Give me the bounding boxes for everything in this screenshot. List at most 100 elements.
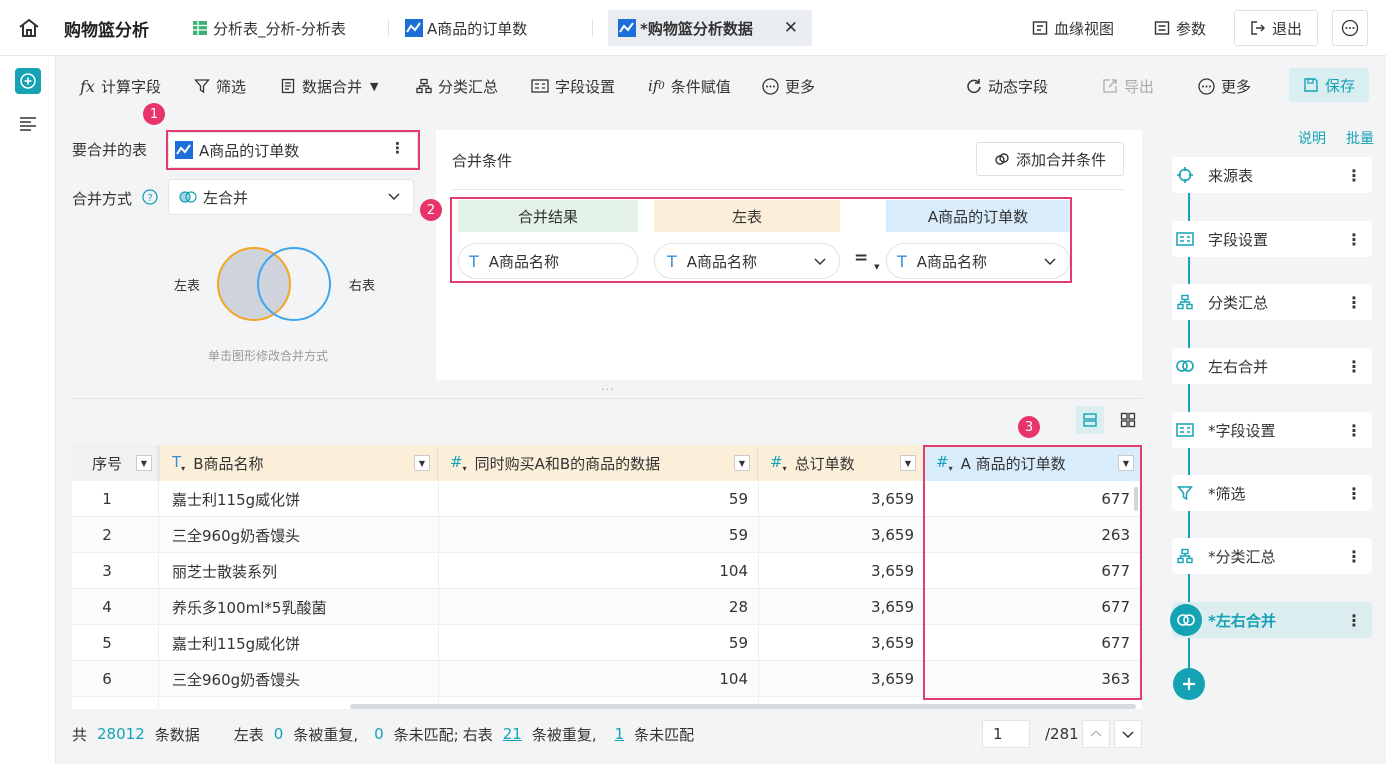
- home-icon[interactable]: [18, 18, 40, 38]
- save-icon: [1303, 77, 1319, 93]
- badge-1: 1: [143, 103, 165, 125]
- col-header-label: 同时购买A和B的商品的数据: [474, 454, 661, 473]
- conditions-title: 合并条件: [452, 152, 513, 170]
- split-handle[interactable]: ...: [601, 380, 615, 393]
- tab-analysis-table[interactable]: 分析表_分析-分析表: [192, 10, 346, 46]
- step-group-summary-2[interactable]: *分类汇总 ⋮: [1172, 538, 1372, 574]
- lineage-view-button[interactable]: 血缘视图: [1032, 10, 1114, 46]
- kebab-icon[interactable]: ⋮: [1346, 230, 1362, 249]
- grid-view-toggle[interactable]: [1114, 406, 1142, 434]
- cell-both: 28: [728, 598, 748, 616]
- cond-assign-button[interactable]: if 0 条件赋值: [648, 74, 731, 98]
- col-header-b-name[interactable]: T▾ B商品名称 ▼: [160, 445, 438, 481]
- calc-field-button[interactable]: fx 计算字段: [80, 74, 161, 98]
- outline-list-icon[interactable]: [19, 116, 37, 136]
- help-link[interactable]: 说明: [1298, 128, 1326, 148]
- kebab-icon[interactable]: ⋮: [1346, 357, 1362, 376]
- export-button[interactable]: 导出: [1102, 74, 1154, 98]
- data-merge-button[interactable]: 数据合并 ▼: [280, 74, 378, 98]
- cell-both: 59: [728, 490, 748, 508]
- col-header-both[interactable]: #▾ 同时购买A和B的商品的数据 ▼: [438, 445, 758, 481]
- add-step-button[interactable]: [1173, 668, 1205, 700]
- divider: [452, 189, 1124, 190]
- step-field-settings[interactable]: 字段设置 ⋮: [1172, 221, 1372, 257]
- top-bar: 购物篮分析 分析表_分析-分析表 A商品的订单数 *购物篮分析数据 ✕ 血缘视图…: [0, 0, 1386, 56]
- highlight-box-2: [450, 197, 1072, 283]
- step-group-summary[interactable]: 分类汇总 ⋮: [1172, 284, 1372, 320]
- cell-index: 6: [102, 670, 112, 688]
- col-header-index[interactable]: 序号 ▼: [72, 445, 158, 481]
- tab-a-orders[interactable]: A商品的订单数: [405, 10, 527, 46]
- right-dup-link[interactable]: 21: [503, 725, 522, 743]
- merge-method-select[interactable]: 左合并: [168, 179, 414, 215]
- cell-index: 3: [102, 562, 112, 580]
- params-button[interactable]: 参数: [1154, 10, 1206, 46]
- tab-basket-data[interactable]: *购物篮分析数据 ✕: [608, 10, 812, 46]
- caret-down-icon[interactable]: ▼: [734, 455, 750, 471]
- cell-index: 2: [102, 526, 112, 544]
- export-icon: [1102, 78, 1118, 94]
- group-summary-label: 分类汇总: [438, 77, 499, 96]
- page-down-button[interactable]: [1114, 720, 1142, 748]
- kebab-icon[interactable]: ⋮: [1346, 484, 1362, 503]
- kebab-icon[interactable]: ⋮: [1346, 421, 1362, 440]
- svg-text:?: ?: [147, 193, 152, 204]
- step-source-table[interactable]: 来源表 ⋮: [1172, 157, 1372, 193]
- batch-link[interactable]: 批量: [1346, 128, 1374, 148]
- number-type-icon: #▾: [450, 453, 467, 473]
- page-up-button[interactable]: [1082, 720, 1110, 748]
- cell-total: 3,659: [871, 526, 914, 544]
- close-icon[interactable]: ✕: [784, 18, 798, 38]
- calc-field-label: 计算字段: [100, 77, 161, 96]
- kebab-icon[interactable]: ⋮: [1346, 166, 1362, 185]
- step-lr-merge-active[interactable]: *左右合并 ⋮: [1170, 602, 1372, 638]
- step-panel: 说明 批量 来源表 ⋮ 字段设置 ⋮ 分类汇总 ⋮ 左右合并 ⋮ *字段设置 ⋮: [1158, 116, 1386, 764]
- caret-down-icon[interactable]: ▼: [900, 455, 916, 471]
- chart-icon: [618, 19, 636, 37]
- col-header-total[interactable]: #▾ 总订单数 ▼: [758, 445, 924, 481]
- save-button[interactable]: 保存: [1289, 68, 1369, 102]
- add-condition-button[interactable]: 添加合并条件: [976, 142, 1124, 176]
- right-unmatched-link[interactable]: 1: [615, 725, 625, 743]
- step-field-settings-2[interactable]: *字段设置 ⋮: [1172, 412, 1372, 448]
- merge-type-icon: [1174, 355, 1196, 377]
- field-settings-icon: [1174, 228, 1196, 250]
- step-filter[interactable]: *筛选 ⋮: [1172, 475, 1372, 511]
- params-icon: [1154, 20, 1170, 36]
- cell-total: 3,659: [871, 634, 914, 652]
- more-menu-button[interactable]: [1332, 10, 1368, 46]
- filter-icon: [1174, 482, 1196, 504]
- venn-diagram[interactable]: [216, 244, 336, 328]
- field-settings-button[interactable]: 字段设置: [531, 74, 615, 98]
- field-settings-icon: [1174, 419, 1196, 441]
- filter-button[interactable]: 筛选: [194, 74, 246, 98]
- caret-down-icon: ▼: [370, 79, 379, 93]
- venn-right-label: 右表: [349, 279, 376, 294]
- horizontal-scrollbar[interactable]: [350, 704, 1136, 709]
- help-icon[interactable]: ?: [142, 189, 158, 209]
- exit-button[interactable]: 退出: [1234, 10, 1318, 46]
- caret-down-icon[interactable]: ▼: [136, 455, 152, 471]
- more-left-button[interactable]: 更多: [762, 74, 815, 98]
- caret-down-icon[interactable]: ▼: [414, 455, 430, 471]
- dynamic-field-button[interactable]: 动态字段: [966, 74, 1048, 98]
- col-sep: [438, 481, 439, 709]
- function-icon: fx: [80, 76, 95, 96]
- more-circle-icon: [1198, 77, 1215, 95]
- kebab-icon[interactable]: ⋮: [1346, 611, 1362, 630]
- merge-table-label: 要合并的表: [72, 141, 148, 159]
- group-summary-button[interactable]: 分类汇总: [416, 74, 498, 98]
- page-input[interactable]: 1: [982, 720, 1030, 748]
- add-icon[interactable]: [15, 68, 41, 94]
- more-right-button[interactable]: 更多: [1198, 74, 1251, 98]
- merge-method-label: 合并方式: [72, 190, 133, 208]
- cond-assign-label: 条件赋值: [670, 77, 731, 96]
- step-lr-merge[interactable]: 左右合并 ⋮: [1172, 348, 1372, 384]
- kebab-icon[interactable]: ⋮: [1346, 547, 1362, 566]
- plus-icon: [1183, 678, 1195, 690]
- step-label: *筛选: [1208, 484, 1246, 503]
- row-view-toggle[interactable]: [1076, 406, 1104, 434]
- dup-text: 条被重复,: [293, 725, 359, 744]
- kebab-icon[interactable]: ⋮: [1346, 293, 1362, 312]
- venn-hint: 单击图形修改合并方式: [208, 349, 329, 363]
